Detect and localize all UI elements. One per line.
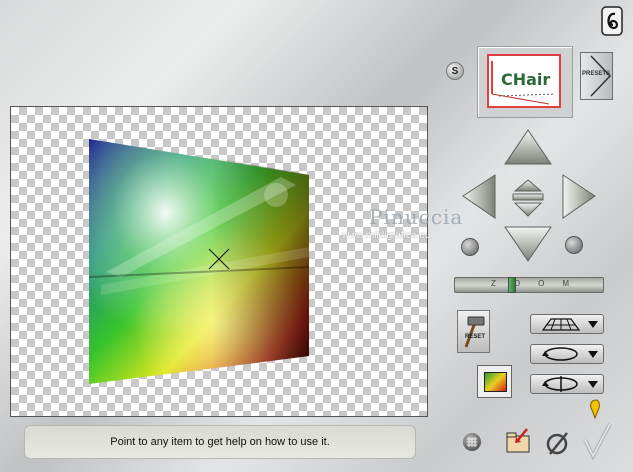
reset-label: RESET [465, 334, 486, 340]
zoom-label: ZOOM [491, 279, 587, 288]
help-bar: Point to any item to get help on how to … [24, 425, 416, 459]
thumbnail-preview: CHair [477, 46, 573, 118]
image-thumbnail-icon [484, 372, 507, 392]
mode-axis-dropdown[interactable] [530, 374, 604, 394]
mode-perspective-dropdown[interactable] [530, 314, 604, 334]
arrow-right-icon[interactable] [562, 174, 596, 219]
s-button-label: S [451, 65, 459, 77]
thumbnail-text: CHair [501, 70, 551, 89]
chevron-down-icon [588, 381, 598, 388]
watermark-name: Pinuccia [369, 205, 464, 229]
rotate-right-icon[interactable] [565, 236, 583, 254]
watermark-url: www.mildigrafica.eu [342, 230, 431, 241]
zoom-slider[interactable]: ZOOM [454, 277, 604, 293]
presets-label: PRESETS [582, 71, 611, 77]
zoom-slider-thumb[interactable] [508, 277, 516, 293]
mode-rotate-dropdown[interactable] [530, 344, 604, 364]
chevron-down-icon [588, 321, 598, 328]
arrow-down-icon[interactable] [504, 226, 552, 262]
cancel-icon[interactable] [546, 430, 570, 456]
chevron-down-icon [588, 351, 598, 358]
image-button[interactable] [477, 365, 512, 398]
brand-swirl-icon [601, 6, 623, 36]
axis-rotate-icon [542, 376, 578, 392]
presets-button[interactable]: PRESETS [580, 52, 613, 100]
help-text: Point to any item to get help on how to … [110, 436, 330, 448]
perspective-grid-icon [541, 318, 581, 331]
reset-button[interactable]: RESET [457, 310, 490, 353]
rotate-loop-icon [542, 347, 578, 361]
arrow-up-icon[interactable] [504, 129, 552, 165]
ok-checkmark-icon[interactable] [581, 398, 613, 461]
save-folder-icon[interactable] [505, 428, 533, 454]
arrow-left-icon[interactable] [462, 174, 496, 219]
center-move-icon[interactable] [512, 179, 544, 217]
distorted-image [88, 139, 310, 384]
s-button[interactable]: S [446, 62, 464, 80]
rotate-left-icon[interactable] [461, 238, 479, 256]
grid-icon[interactable] [463, 433, 481, 451]
preview-canvas[interactable] [10, 106, 428, 417]
